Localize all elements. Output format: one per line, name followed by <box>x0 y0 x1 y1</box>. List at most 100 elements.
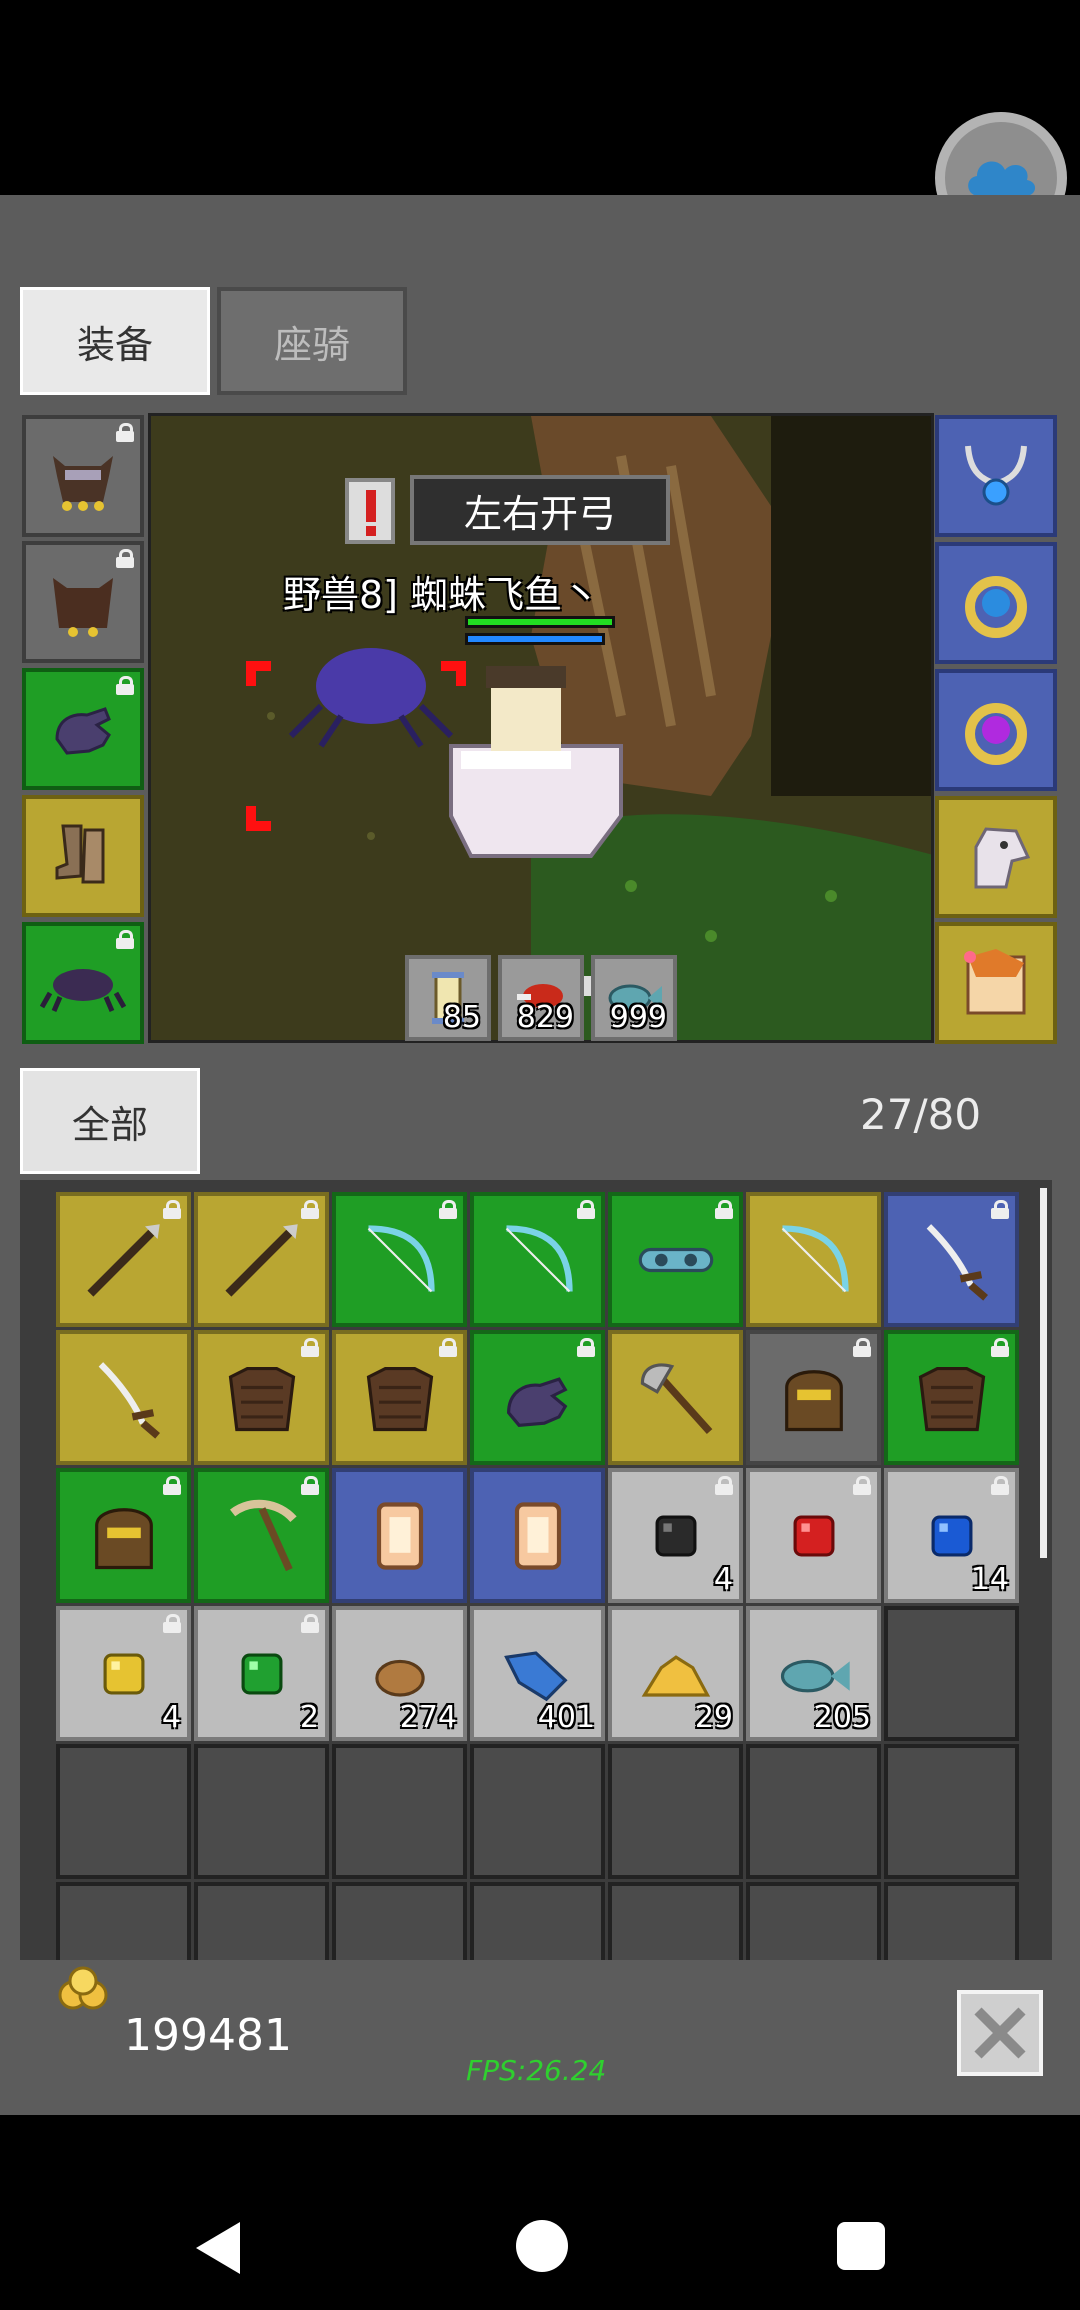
empty-inventory-slot[interactable] <box>470 1744 605 1879</box>
inventory-capacity: 27/80 <box>860 1090 982 1139</box>
item-count: 2 <box>299 1700 319 1735</box>
gold-amount: 199481 <box>124 2010 292 2061</box>
equip-slot-gloves[interactable] <box>22 668 144 790</box>
inventory-slot[interactable] <box>470 1192 605 1327</box>
inventory-slot[interactable]: 274 <box>332 1606 467 1741</box>
glove-icon <box>55 707 111 755</box>
empty-inventory-slot[interactable] <box>56 1882 191 1960</box>
inventory-slot[interactable] <box>746 1192 881 1327</box>
inventory-slot[interactable] <box>470 1330 605 1465</box>
empty-inventory-slot[interactable] <box>884 1882 1019 1960</box>
inventory-slot[interactable] <box>332 1192 467 1327</box>
inventory-slot[interactable]: 401 <box>470 1606 605 1741</box>
equip-slot-helmet[interactable] <box>22 415 144 537</box>
glove-icon <box>506 1376 568 1427</box>
tab-equipment[interactable]: 装备 <box>20 287 210 395</box>
equip-slot-companion[interactable] <box>935 922 1057 1044</box>
empty-inventory-slot[interactable] <box>746 1882 881 1960</box>
quick-slot-2[interactable]: 829 <box>498 955 584 1041</box>
inventory-slot[interactable] <box>746 1468 881 1603</box>
inventory-slot[interactable]: 29 <box>608 1606 743 1741</box>
inventory-slot[interactable] <box>884 1192 1019 1327</box>
spear-icon <box>224 1223 298 1297</box>
equip-slot-ring-1[interactable] <box>935 542 1057 664</box>
lock-icon <box>991 1476 1009 1495</box>
sword-icon <box>926 1223 988 1301</box>
equip-slot-armor[interactable] <box>22 541 144 663</box>
equip-slot-mount[interactable] <box>935 796 1057 918</box>
inventory-slot[interactable] <box>194 1192 329 1327</box>
mp-bar <box>465 633 605 645</box>
recents-button[interactable] <box>835 2220 887 2272</box>
inventory-slot[interactable]: 2 <box>194 1606 329 1741</box>
inventory-slot[interactable] <box>608 1192 743 1327</box>
skill-name-bubble: 左右开弓 <box>410 475 670 545</box>
inventory-slot[interactable] <box>194 1330 329 1465</box>
inventory-slot[interactable] <box>332 1330 467 1465</box>
inventory-slot[interactable]: 4 <box>608 1468 743 1603</box>
inventory-slot[interactable] <box>56 1192 191 1327</box>
necklace-icon <box>965 445 1027 506</box>
inventory-slot[interactable]: 205 <box>746 1606 881 1741</box>
lock-icon <box>163 1614 181 1633</box>
equip-slot-boots[interactable] <box>22 795 144 917</box>
home-button[interactable] <box>514 2218 570 2274</box>
inventory-slot[interactable] <box>194 1468 329 1603</box>
navigation-bar <box>0 2115 1080 2310</box>
inventory-slot[interactable] <box>746 1330 881 1465</box>
axe-icon <box>640 1362 712 1434</box>
equip-slot-necklace[interactable] <box>935 415 1057 537</box>
empty-inventory-slot[interactable] <box>884 1744 1019 1879</box>
empty-inventory-slot[interactable] <box>332 1882 467 1960</box>
green-gem-icon <box>241 1653 282 1694</box>
lock-icon <box>301 1614 319 1633</box>
inventory-slot[interactable] <box>470 1468 605 1603</box>
inventory-slot[interactable] <box>884 1330 1019 1465</box>
inventory-grid[interactable]: 4 14 4 2 274 401 29 205 <box>20 1180 1052 1960</box>
inventory-slot[interactable] <box>332 1468 467 1603</box>
quick-slot-1-count: 85 <box>442 1000 481 1035</box>
empty-inventory-slot[interactable] <box>608 1744 743 1879</box>
inventory-scrollbar[interactable] <box>1040 1188 1047 1558</box>
lock-icon <box>715 1476 733 1495</box>
item-count: 4 <box>713 1562 733 1597</box>
empty-inventory-slot[interactable] <box>884 1606 1019 1741</box>
inventory-slot[interactable]: 4 <box>56 1606 191 1741</box>
hp-bar <box>465 616 615 628</box>
horned-armor-icon <box>53 578 113 637</box>
equip-slot-pet[interactable] <box>22 922 144 1044</box>
fps-counter: FPS:26.24 <box>466 2054 607 2087</box>
back-button[interactable] <box>190 2218 246 2278</box>
quick-slot-3[interactable]: 999 <box>591 955 677 1041</box>
empty-inventory-slot[interactable] <box>56 1744 191 1879</box>
inventory-slot[interactable] <box>56 1330 191 1465</box>
lock-icon <box>853 1476 871 1495</box>
lock-icon <box>301 1338 319 1357</box>
filter-all-button[interactable]: 全部 <box>20 1068 200 1174</box>
quick-slot-3-count: 999 <box>609 1000 667 1035</box>
empty-inventory-slot[interactable] <box>194 1882 329 1960</box>
inventory-slot[interactable] <box>56 1468 191 1603</box>
lock-icon <box>715 1200 733 1219</box>
item-count: 14 <box>970 1562 1009 1597</box>
tab-mount[interactable]: 座骑 <box>217 287 407 395</box>
empty-inventory-slot[interactable] <box>470 1882 605 1960</box>
empty-inventory-slot[interactable] <box>194 1744 329 1879</box>
equip-slot-ring-2[interactable] <box>935 669 1057 791</box>
empty-inventory-slot[interactable] <box>608 1882 743 1960</box>
empty-inventory-slot[interactable] <box>746 1744 881 1879</box>
item-count: 29 <box>694 1700 733 1735</box>
horned-helmet-icon <box>53 456 113 511</box>
spear-icon <box>86 1223 160 1297</box>
lock-icon <box>163 1476 181 1495</box>
empty-inventory-slot[interactable] <box>332 1744 467 1879</box>
inventory-slot[interactable]: 14 <box>884 1468 1019 1603</box>
close-button[interactable] <box>957 1990 1043 2076</box>
status-bar-area <box>0 0 1080 195</box>
quick-slot-1[interactable]: 85 <box>405 955 491 1041</box>
item-count: 401 <box>537 1700 595 1735</box>
inventory-slot[interactable] <box>608 1330 743 1465</box>
tab-equipment-label: 装备 <box>76 322 153 367</box>
enemy-name-label: 野兽8] 蜘蛛飞鱼丶 <box>283 573 601 617</box>
tab-mount-label: 座骑 <box>273 322 350 367</box>
